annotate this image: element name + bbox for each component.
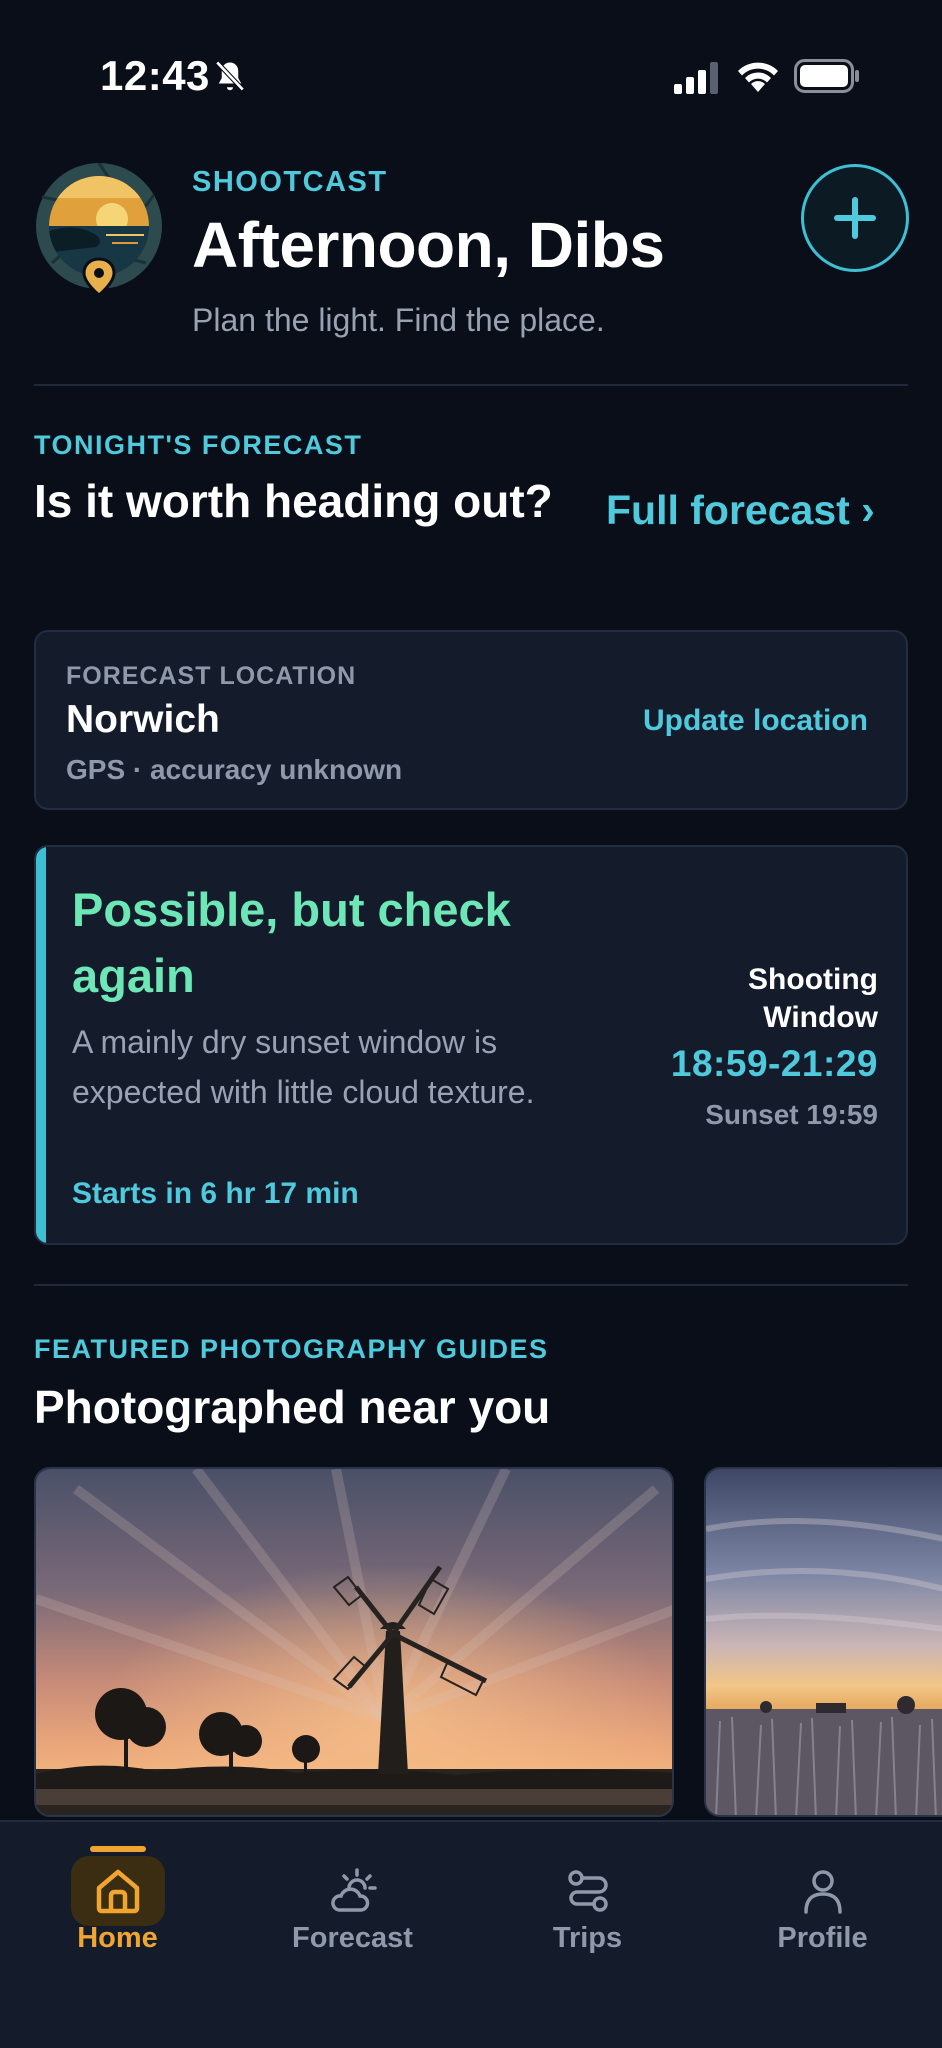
brand-label: SHOOTCAST [192, 166, 388, 198]
active-tab-indicator [89, 1846, 146, 1852]
greeting-title: Afternoon, Dibs [192, 209, 665, 281]
tab-profile[interactable]: Profile [705, 1822, 940, 1982]
location-accuracy: GPS · accuracy unknown [66, 754, 403, 785]
home-screen: 12:43 SHOOTCAST Afternoon, Dibs Plan the… [0, 0, 942, 2048]
sunset-time: Sunset 19:59 [705, 1099, 878, 1130]
bell-slash-icon [215, 60, 245, 92]
person-icon [803, 1870, 842, 1914]
battery-icon [794, 59, 859, 93]
forecast-heading: Is it worth heading out? [34, 475, 553, 527]
location-eyebrow: FORECAST LOCATION [66, 662, 357, 690]
forecast-verdict-card[interactable]: Possible, but check again A mainly dry s… [34, 845, 908, 1245]
tab-home-icon-wrap [70, 1856, 165, 1926]
tab-home[interactable]: Home [0, 1822, 235, 1982]
shooting-window-time: 18:59-21:29 [670, 1043, 878, 1084]
add-button[interactable] [801, 164, 909, 272]
app-logo [36, 163, 162, 297]
tagline: Plan the light. Find the place. [192, 302, 605, 338]
location-name: Norwich [66, 698, 220, 741]
shooting-window-label: Shooting Window [748, 963, 878, 1034]
guides-heading: Photographed near you [34, 1381, 551, 1433]
tab-forecast[interactable]: Forecast [235, 1822, 470, 1982]
full-forecast-link[interactable]: Full forecast › [606, 487, 875, 534]
status-time: 12:43 [100, 52, 210, 99]
verdict-accent-bar [36, 847, 46, 1243]
header-divider [34, 384, 908, 386]
tab-bar: Home Forecast Trips Profile [0, 1820, 942, 2048]
verdict-description: A mainly dry sunset window is expected w… [72, 1024, 535, 1110]
tab-forecast-label: Forecast [292, 1922, 413, 1954]
guide-card-windmill[interactable] [34, 1467, 674, 1817]
wifi-icon [738, 62, 778, 92]
guide-card-reeds[interactable] [704, 1467, 942, 1817]
windmill-sunset-photo [36, 1469, 672, 1815]
guides-eyebrow: FEATURED PHOTOGRAPHY GUIDES [34, 1334, 549, 1364]
tab-profile-label: Profile [777, 1922, 868, 1954]
reeds-dusk-photo [706, 1469, 942, 1815]
section-divider [34, 1284, 908, 1286]
forecast-eyebrow: TONIGHT'S FORECAST [34, 430, 363, 460]
plus-icon [834, 197, 876, 239]
tab-home-label: Home [77, 1922, 158, 1954]
tab-trips[interactable]: Trips [470, 1822, 705, 1982]
cellular-signal-icon [674, 62, 718, 94]
sun-cloud-icon [330, 1868, 377, 1912]
tab-forecast-icon-wrap [306, 1856, 400, 1926]
status-bar: 12:43 [0, 0, 942, 150]
tab-trips-icon-wrap [541, 1856, 635, 1926]
tab-trips-label: Trips [552, 1922, 623, 1954]
route-icon [567, 1870, 608, 1912]
update-location-button[interactable]: Update location [643, 704, 868, 738]
home-icon [96, 1869, 139, 1914]
forecast-location-card: FORECAST LOCATION Norwich GPS · accuracy… [34, 630, 908, 810]
tab-profile-icon-wrap [776, 1856, 870, 1926]
verdict-title: Possible, but check again [72, 883, 511, 1002]
verdict-countdown: Starts in 6 hr 17 min [72, 1177, 359, 1210]
